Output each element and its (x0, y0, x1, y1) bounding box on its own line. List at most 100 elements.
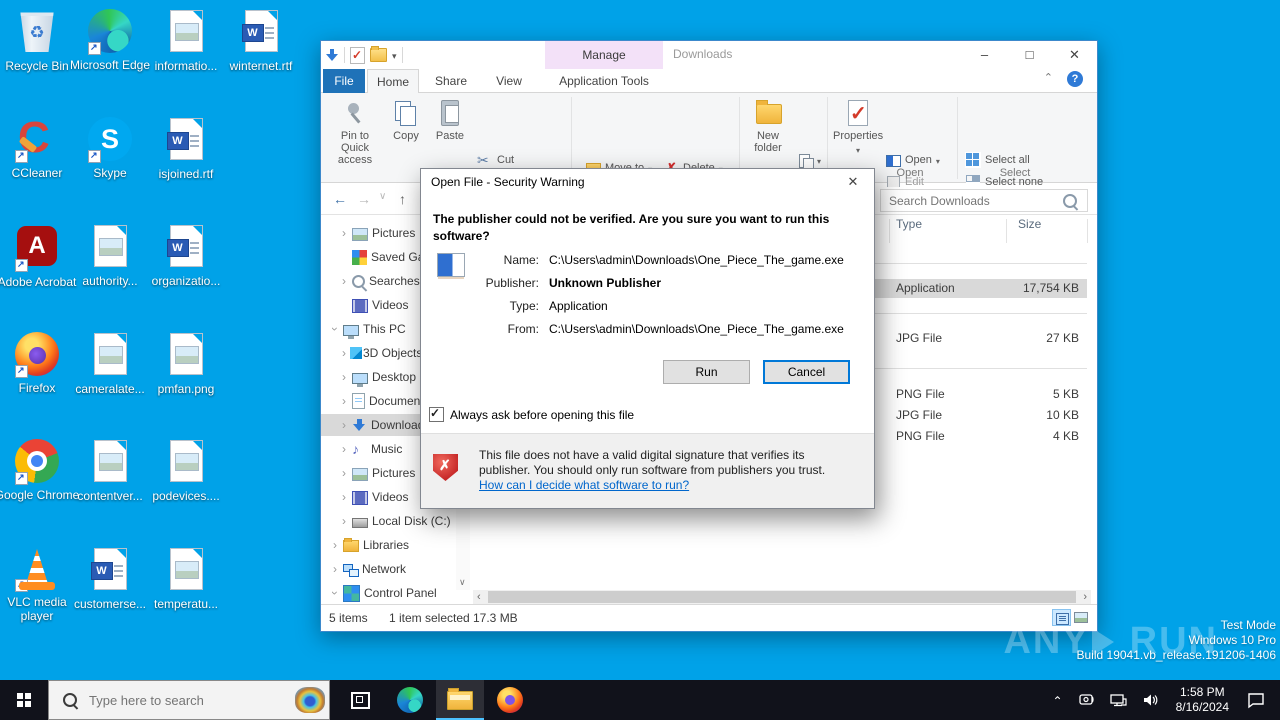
tray-display-icon[interactable] (1077, 692, 1095, 708)
taskbar-clock[interactable]: 1:58 PM 8/16/2024 (1176, 685, 1229, 715)
desktop-icon-podevices[interactable]: podevices.... (141, 438, 231, 503)
window-downloads-icon (325, 48, 339, 62)
taskbar-firefox-button[interactable] (486, 680, 534, 720)
scroll-right-icon[interactable]: › (1083, 590, 1087, 604)
forward-icon[interactable]: → (357, 191, 371, 207)
cut-button[interactable]: Cut (477, 151, 514, 169)
collapse-ribbon-icon[interactable]: ⌃ (1044, 71, 1053, 87)
volume-icon[interactable] (1141, 692, 1159, 708)
search-box[interactable] (880, 189, 1088, 212)
chevron-right-icon[interactable] (339, 394, 349, 408)
publisher-label: Publisher: (485, 276, 539, 290)
qat-customize-chevron-icon[interactable] (392, 48, 397, 62)
chevron-right-icon[interactable] (339, 490, 349, 504)
paste-button[interactable]: Paste (429, 97, 471, 171)
desktop-icon-pmfan-png[interactable]: pmfan.png (141, 331, 231, 396)
tab-application-tools[interactable]: Application Tools (545, 69, 663, 93)
properties-button[interactable]: Properties (833, 97, 883, 171)
history-chevron-icon[interactable]: ∨ (379, 191, 386, 202)
action-center-icon[interactable] (1246, 691, 1266, 709)
chevron-right-icon[interactable] (339, 274, 349, 288)
tray-overflow-chevron-icon[interactable]: ⌃ (1053, 694, 1063, 708)
word-file-icon (87, 548, 133, 594)
qat-properties-icon[interactable] (350, 46, 365, 64)
search-highlight-icon[interactable] (295, 687, 325, 713)
tab-view[interactable]: View (483, 69, 535, 93)
taskbar-edge-button[interactable] (386, 680, 434, 720)
desktop-icon-isjoined-rtf[interactable]: isjoined.rtf (141, 116, 231, 181)
file-type: Application (896, 281, 955, 295)
desktop-icon-organizatio[interactable]: organizatio... (141, 223, 231, 288)
chevron-right-icon[interactable] (339, 466, 349, 480)
column-header-type[interactable]: Type (896, 217, 922, 245)
scrollbar-thumb[interactable] (488, 591, 1076, 603)
sidebar-item-label: 3D Objects (363, 346, 423, 360)
search-icon (63, 693, 77, 707)
help-icon[interactable]: ? (1067, 71, 1083, 87)
desktop-icon-temperatu[interactable]: temperatu... (141, 546, 231, 611)
task-view-button[interactable] (336, 680, 384, 720)
dialog-close-icon[interactable]: ✕ (838, 169, 868, 195)
chevron-right-icon[interactable] (330, 538, 340, 552)
maximize-button[interactable]: □ (1007, 41, 1052, 69)
chevron-expanded-icon[interactable] (330, 586, 340, 600)
tray-time: 1:58 PM (1179, 685, 1225, 699)
sidebar-item-control-panel[interactable]: Control Panel (321, 582, 463, 604)
column-header-size[interactable]: Size (1018, 217, 1041, 245)
shortcut-arrow-icon (15, 365, 28, 378)
up-icon[interactable]: ↑ (399, 191, 406, 207)
tab-share[interactable]: Share (423, 69, 479, 93)
chevron-right-icon[interactable] (339, 346, 349, 360)
sidebar-item-libraries[interactable]: Libraries (321, 534, 463, 556)
chevron-right-icon[interactable] (339, 418, 349, 432)
new-folder-button[interactable]: New folder (745, 97, 791, 171)
run-button[interactable]: Run (663, 360, 750, 384)
new-item-icon (797, 152, 814, 172)
close-button[interactable]: ✕ (1052, 41, 1097, 69)
qat-new-folder-icon[interactable] (370, 46, 387, 62)
this-pc-icon (343, 324, 359, 339)
chevron-right-icon[interactable] (339, 442, 349, 456)
image-file-icon (163, 10, 209, 56)
sidebar-item-local-disk-c[interactable]: Local Disk (C:) (321, 510, 472, 532)
tab-home[interactable]: Home (367, 69, 419, 93)
desktop-icon-winternet-rtf[interactable]: winternet.rtf (216, 8, 306, 73)
more-info-link[interactable]: How can I decide what software to run? (479, 478, 689, 492)
tab-file[interactable]: File (323, 69, 365, 93)
task-view-icon (350, 691, 370, 709)
ribbon-group-open-label: Open (896, 167, 924, 179)
copy-button[interactable]: Copy (385, 97, 427, 171)
checkbox-checked-icon[interactable] (429, 406, 444, 422)
dialog-title: Open File - Security Warning (431, 175, 585, 189)
sidebar-item-label: Network (362, 562, 407, 576)
chevron-right-icon[interactable] (339, 514, 349, 528)
search-input[interactable] (881, 193, 1063, 208)
paste-icon (435, 98, 465, 128)
network-icon[interactable] (1109, 692, 1127, 708)
desktop-icon-label: temperatu... (153, 597, 219, 611)
sidebar-item-network[interactable]: Network (321, 558, 463, 580)
minimize-button[interactable]: – (962, 41, 1007, 69)
new-item-button[interactable] (797, 151, 821, 172)
chevron-expanded-icon[interactable] (330, 322, 340, 336)
pictures-icon (352, 227, 368, 241)
shortcut-arrow-icon (88, 42, 101, 55)
dialog-title-bar[interactable]: Open File - Security Warning (421, 169, 874, 195)
taskbar-search[interactable] (48, 680, 330, 720)
chevron-right-icon[interactable] (339, 370, 349, 384)
taskbar-search-input[interactable] (87, 691, 295, 709)
back-icon[interactable]: ← (333, 191, 347, 207)
pin-to-quick-access-button[interactable]: Pin to Quick access (329, 97, 381, 171)
horizontal-scrollbar[interactable]: ‹ › (473, 590, 1091, 604)
desktop-icon-label: winternet.rtf (229, 59, 293, 73)
start-button[interactable] (0, 680, 48, 720)
scroll-left-icon[interactable]: ‹ (477, 590, 481, 604)
status-items-count: 5 items (329, 611, 368, 625)
firefox-icon (14, 332, 60, 378)
taskbar-explorer-button[interactable] (436, 680, 484, 720)
cancel-button[interactable]: Cancel (763, 360, 850, 384)
chevron-right-icon[interactable] (339, 226, 349, 240)
chevron-right-icon[interactable] (330, 562, 340, 576)
always-ask-checkbox[interactable]: Always ask before opening this file (429, 406, 634, 422)
title-bar[interactable]: Manage Downloads – □ ✕ (321, 41, 1097, 69)
